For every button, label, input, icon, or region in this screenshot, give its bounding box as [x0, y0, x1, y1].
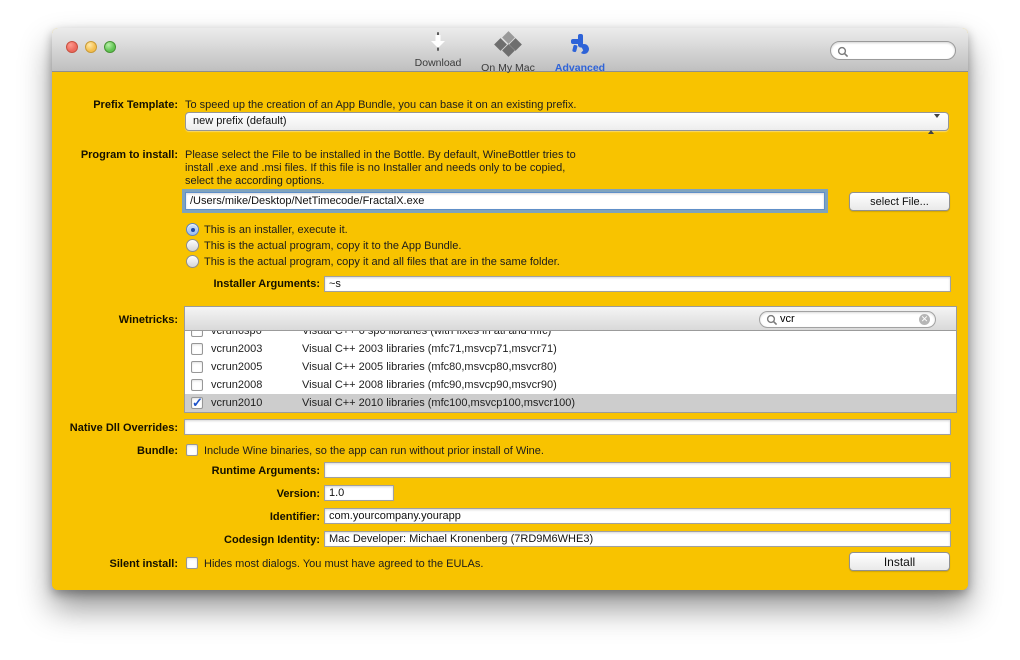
advanced-pane: Prefix Template: To speed up the creatio…	[52, 73, 968, 590]
winetricks-row[interactable]: vcrun2003 Visual C++ 2003 libraries (mfc…	[185, 340, 956, 358]
program-to-install-label: Program to install:	[80, 149, 178, 161]
radio-label[interactable]: This is the actual program, copy it and …	[204, 256, 560, 268]
install-button[interactable]: Install	[849, 552, 950, 571]
winetricks-item-name: vcrun2003	[211, 343, 263, 355]
toolbar-tab-download[interactable]: Download	[402, 32, 474, 69]
search-icon	[766, 314, 778, 326]
native-dll-overrides-input[interactable]	[184, 419, 951, 435]
program-description-line: install .exe and .msi files. If this fil…	[185, 162, 566, 174]
winebottler-window: Download On My Mac Advanced Prefix Templ…	[52, 28, 968, 590]
silent-install-checkbox-label[interactable]: Hides most dialogs. You must have agreed…	[204, 558, 483, 570]
prefix-template-selected-option: new prefix (default)	[193, 115, 287, 127]
advanced-wrench-icon	[567, 33, 593, 55]
winetricks-row[interactable]: vcrun2005 Visual C++ 2005 libraries (mfc…	[185, 358, 956, 376]
select-stepper-icon	[928, 114, 940, 134]
winetricks-checkbox[interactable]	[191, 395, 203, 411]
version-label: Version:	[276, 488, 320, 500]
desktop-background: Download On My Mac Advanced Prefix Templ…	[0, 0, 1020, 660]
silent-install-checkbox[interactable]	[186, 557, 198, 569]
titlebar: Download On My Mac Advanced	[52, 28, 968, 74]
winetricks-label: Winetricks:	[118, 314, 178, 326]
winetricks-item-description: Visual C++ 2005 libraries (mfc80,msvcp80…	[302, 361, 557, 373]
codesign-identity-input[interactable]	[324, 531, 951, 547]
winetricks-item-name: vcrun2008	[211, 379, 263, 391]
diamonds-icon	[494, 31, 522, 57]
winetricks-search-input[interactable]	[780, 312, 910, 326]
winetricks-item-name: vcrun6sp6	[211, 331, 262, 337]
winetricks-checkbox[interactable]	[191, 361, 203, 373]
toolbar-search-input[interactable]	[851, 43, 949, 58]
file-path-input[interactable]	[185, 192, 825, 210]
winetricks-item-description: Visual C++ 2008 libraries (mfc90,msvcp90…	[302, 379, 557, 391]
identifier-input[interactable]	[324, 508, 951, 524]
zoom-window-button[interactable]	[104, 41, 116, 53]
codesign-identity-label: Codesign Identity:	[224, 534, 320, 546]
radio-installer-execute[interactable]	[186, 223, 199, 236]
runtime-arguments-input[interactable]	[324, 462, 951, 478]
winetricks-checkbox[interactable]	[191, 379, 203, 391]
installer-arguments-input[interactable]	[324, 276, 951, 292]
winetricks-checkbox[interactable]	[191, 331, 203, 337]
program-description-line: Please select the File to be installed i…	[185, 149, 576, 161]
radio-label[interactable]: This is an installer, execute it.	[204, 224, 348, 236]
winetricks-row[interactable]: vcrun2010 Visual C++ 2010 libraries (mfc…	[185, 394, 956, 412]
toolbar-tab-advanced[interactable]: Advanced	[544, 33, 616, 74]
bundle-checkbox-label[interactable]: Include Wine binaries, so the app can ru…	[204, 445, 544, 457]
toolbar-tab-on-my-mac[interactable]: On My Mac	[472, 31, 544, 74]
toolbar-tab-label: Download	[414, 57, 462, 69]
bundle-checkbox[interactable]	[186, 444, 198, 456]
radio-label[interactable]: This is the actual program, copy it to t…	[204, 240, 461, 252]
version-input[interactable]	[324, 485, 394, 501]
download-icon	[431, 32, 445, 55]
minimize-window-button[interactable]	[85, 41, 97, 53]
winetricks-row[interactable]: vcrun2008 Visual C++ 2008 libraries (mfc…	[185, 376, 956, 394]
winetricks-item-name: vcrun2010	[211, 397, 263, 409]
bundle-label: Bundle:	[137, 445, 178, 457]
winetricks-list[interactable]: vcrun6sp6 Visual C++ 6 sp6 libraries (wi…	[184, 331, 957, 413]
winetricks-item-description: Visual C++ 6 sp6 libraries (with fixes i…	[302, 331, 552, 337]
winetricks-header-bar: ✕	[184, 306, 957, 331]
prefix-template-description: To speed up the creation of an App Bundl…	[185, 99, 577, 111]
winetricks-item-description: Visual C++ 2003 libraries (mfc71,msvcp71…	[302, 343, 557, 355]
winetricks-item-name: vcrun2005	[211, 361, 263, 373]
radio-copy-all-files[interactable]	[186, 255, 199, 268]
runtime-arguments-label: Runtime Arguments:	[211, 465, 320, 477]
winetricks-item-description: Visual C++ 2010 libraries (mfc100,msvcp1…	[302, 397, 576, 409]
radio-copy-to-bundle[interactable]	[186, 239, 199, 252]
close-window-button[interactable]	[66, 41, 78, 53]
clear-search-icon[interactable]: ✕	[919, 314, 930, 325]
winetricks-search-field[interactable]: ✕	[759, 310, 936, 328]
toolbar-search-field[interactable]	[830, 41, 956, 60]
prefix-template-select[interactable]: new prefix (default)	[185, 112, 949, 134]
prefix-template-label: Prefix Template:	[93, 99, 178, 111]
program-description-line: select the according options.	[185, 175, 325, 187]
winetricks-checkbox[interactable]	[191, 343, 203, 355]
search-icon	[837, 46, 849, 57]
identifier-label: Identifier:	[269, 511, 320, 523]
installer-arguments-label: Installer Arguments:	[213, 278, 320, 290]
native-dll-overrides-label: Native Dll Overrides:	[69, 422, 178, 434]
winetricks-row[interactable]: vcrun6sp6 Visual C++ 6 sp6 libraries (wi…	[185, 331, 956, 340]
select-file-button[interactable]: select File...	[849, 192, 950, 211]
silent-install-label: Silent install:	[109, 558, 178, 570]
